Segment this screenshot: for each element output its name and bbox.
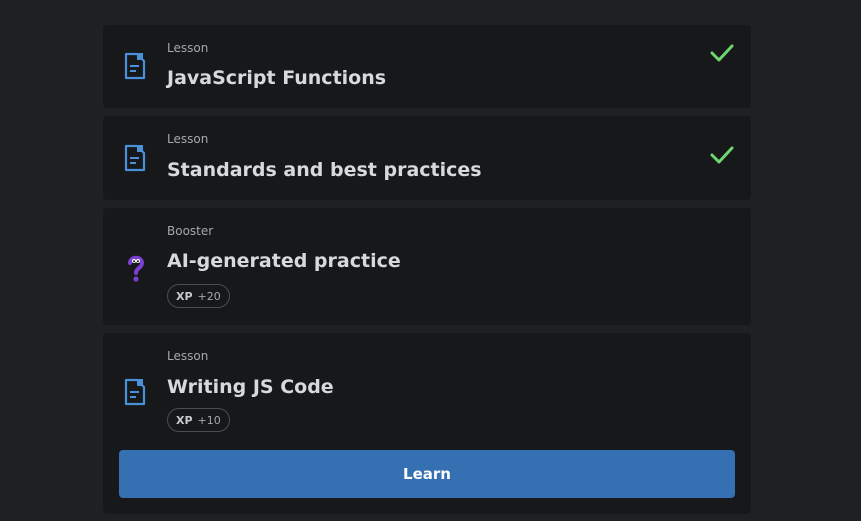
- item-title: JavaScript Functions: [167, 67, 387, 89]
- xp-badge: XP +20: [167, 284, 230, 308]
- lesson-document-icon: [124, 144, 146, 172]
- lesson-card-javascript-functions[interactable]: Lesson JavaScript Functions: [103, 25, 751, 108]
- booster-card-ai-practice[interactable]: Booster AI-generated practice XP +20: [103, 208, 751, 325]
- item-title: Standards and best practices: [167, 159, 482, 181]
- item-title: AI-generated practice: [167, 250, 401, 272]
- xp-value: +20: [197, 289, 221, 303]
- checkmark-icon: [710, 146, 734, 164]
- lesson-document-icon: [124, 52, 146, 80]
- lesson-card-writing-js-code[interactable]: Lesson Writing JS Code XP +10 Learn: [103, 333, 751, 514]
- item-kind-label: Lesson: [167, 41, 209, 55]
- checkmark-icon: [710, 44, 734, 62]
- learn-button[interactable]: Learn: [119, 450, 735, 498]
- xp-value: +10: [197, 413, 221, 427]
- lesson-card-standards[interactable]: Lesson Standards and best practices: [103, 116, 751, 200]
- xp-badge: XP +10: [167, 408, 230, 432]
- item-title: Writing JS Code: [167, 376, 334, 398]
- xp-label: XP: [176, 413, 193, 427]
- question-mark-mascot-icon: [128, 255, 145, 282]
- lesson-document-icon: [124, 378, 146, 406]
- xp-label: XP: [176, 289, 193, 303]
- item-kind-label: Lesson: [167, 349, 209, 363]
- item-kind-label: Lesson: [167, 132, 209, 146]
- item-kind-label: Booster: [167, 224, 214, 238]
